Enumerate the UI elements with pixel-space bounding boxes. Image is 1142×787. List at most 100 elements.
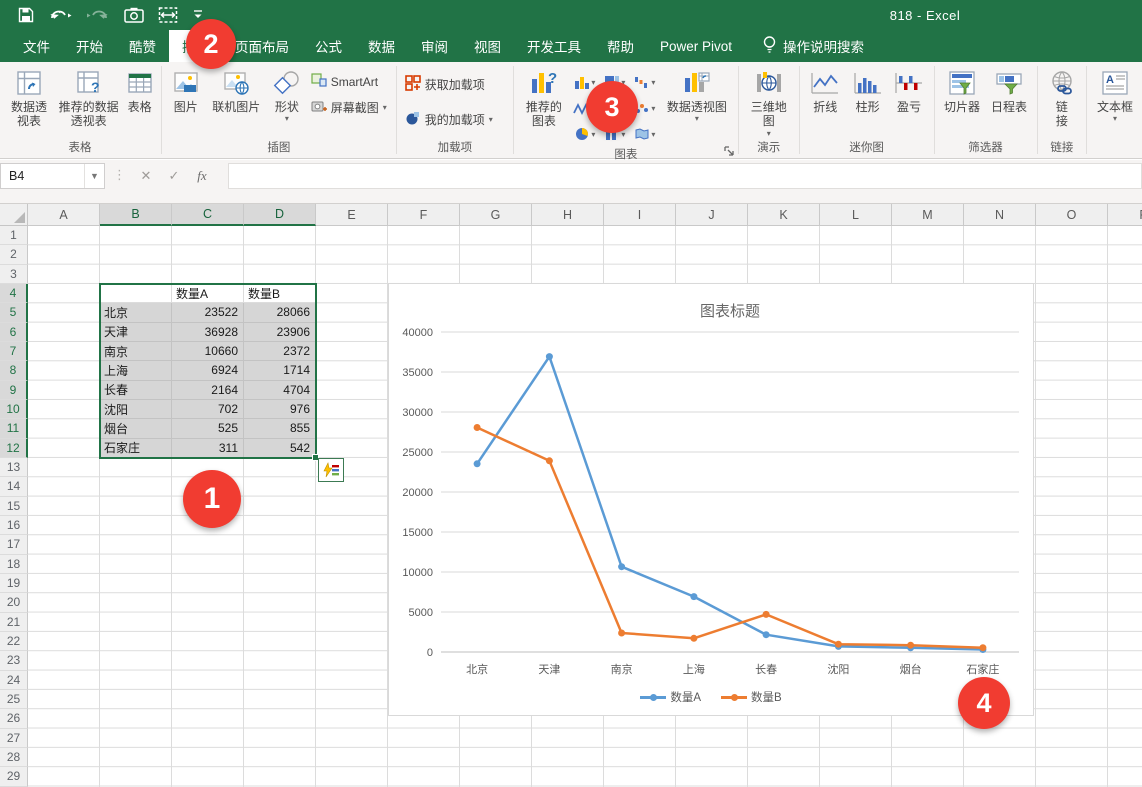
- table-cell-valueA[interactable]: 702: [172, 400, 244, 419]
- table-cell-valueB[interactable]: 4704: [244, 381, 316, 400]
- save-icon[interactable]: [18, 5, 34, 25]
- switch-windows-icon[interactable]: [158, 5, 178, 25]
- row-header-14[interactable]: 14: [0, 477, 28, 496]
- camera-icon[interactable]: [124, 5, 144, 25]
- row-header-6[interactable]: 6: [0, 323, 28, 342]
- insert-function-button[interactable]: fx: [188, 168, 216, 184]
- row-header-9[interactable]: 9: [0, 381, 28, 400]
- sparkline-column-button[interactable]: 柱形: [847, 65, 888, 114]
- chart-legend[interactable]: 数量A数量B: [389, 689, 1033, 705]
- row-header-1[interactable]: 1: [0, 226, 28, 245]
- undo-icon[interactable]: [48, 5, 72, 25]
- legend-item-数量A[interactable]: 数量A: [640, 689, 701, 705]
- row-header-15[interactable]: 15: [0, 497, 28, 516]
- tab-视图[interactable]: 视图: [461, 30, 514, 62]
- slicer-button[interactable]: 切片器: [939, 65, 986, 114]
- row-header-26[interactable]: 26: [0, 709, 28, 728]
- column-header-G[interactable]: G: [460, 204, 532, 226]
- smartart-button[interactable]: SmartArt: [307, 71, 392, 92]
- row-header-27[interactable]: 27: [0, 729, 28, 748]
- formula-input[interactable]: [228, 163, 1142, 189]
- table-row-label[interactable]: 南京: [100, 342, 172, 361]
- 3d-map-button[interactable]: 三维地图 ▾: [743, 65, 795, 138]
- table-row-label[interactable]: 上海: [100, 361, 172, 380]
- table-row-label[interactable]: 烟台: [100, 419, 172, 438]
- row-header-18[interactable]: 18: [0, 555, 28, 574]
- column-header-A[interactable]: A: [28, 204, 100, 226]
- row-header-23[interactable]: 23: [0, 651, 28, 670]
- table-button[interactable]: 表格: [122, 65, 157, 114]
- name-box[interactable]: B4 ▼: [0, 163, 105, 189]
- screenshot-button[interactable]: 屏幕截图 ▾: [307, 97, 392, 118]
- row-header-16[interactable]: 16: [0, 516, 28, 535]
- table-row-label[interactable]: 天津: [100, 323, 172, 342]
- tab-开发工具[interactable]: 开发工具: [514, 30, 594, 62]
- recommended-charts-button[interactable]: ? 推荐的图表: [518, 65, 570, 129]
- row-header-29[interactable]: 29: [0, 767, 28, 786]
- table-cell-valueA[interactable]: 23522: [172, 303, 244, 322]
- column-header-E[interactable]: E: [316, 204, 388, 226]
- row-header-22[interactable]: 22: [0, 632, 28, 651]
- table-header-cell[interactable]: 数量A: [172, 284, 244, 303]
- tab-文件[interactable]: 文件: [10, 30, 63, 62]
- column-header-I[interactable]: I: [604, 204, 676, 226]
- tab-公式[interactable]: 公式: [302, 30, 355, 62]
- table-cell-valueA[interactable]: 2164: [172, 381, 244, 400]
- online-pictures-button[interactable]: 联机图片: [206, 65, 267, 114]
- row-header-12[interactable]: 12: [0, 439, 28, 458]
- row-header-8[interactable]: 8: [0, 361, 28, 380]
- textbox-button[interactable]: A 文本框 ▾: [1093, 65, 1137, 123]
- table-cell-valueB[interactable]: 976: [244, 400, 316, 419]
- charts-dialog-launcher-icon[interactable]: [723, 144, 735, 156]
- table-cell-valueB[interactable]: 28066: [244, 303, 316, 322]
- row-header-24[interactable]: 24: [0, 671, 28, 690]
- table-row-label[interactable]: 沈阳: [100, 400, 172, 419]
- column-header-P[interactable]: P: [1108, 204, 1142, 226]
- table-row-label[interactable]: 北京: [100, 303, 172, 322]
- line-chart[interactable]: 0500010000150002000025000300003500040000…: [388, 283, 1034, 716]
- column-header-L[interactable]: L: [820, 204, 892, 226]
- cancel-button[interactable]: ✕: [132, 168, 160, 184]
- name-box-dropdown-icon[interactable]: ▼: [84, 164, 104, 188]
- row-header-4[interactable]: 4: [0, 284, 28, 303]
- table-row-label[interactable]: 长春: [100, 381, 172, 400]
- pivottable-button[interactable]: 数据透视表: [3, 65, 55, 129]
- row-header-5[interactable]: 5: [0, 303, 28, 322]
- table-cell-valueA[interactable]: 6924: [172, 361, 244, 380]
- table-cell-valueB[interactable]: 542: [244, 439, 316, 458]
- row-header-28[interactable]: 28: [0, 748, 28, 767]
- table-cell-valueA[interactable]: 311: [172, 439, 244, 458]
- column-header-M[interactable]: M: [892, 204, 964, 226]
- column-header-D[interactable]: D: [244, 204, 316, 226]
- row-header-11[interactable]: 11: [0, 419, 28, 438]
- row-header-25[interactable]: 25: [0, 690, 28, 709]
- active-cell-B4[interactable]: [100, 284, 172, 303]
- table-header-cell[interactable]: 数量B: [244, 284, 316, 303]
- sparkline-winloss-button[interactable]: 盈亏: [888, 65, 929, 114]
- insert-waterfall-chart-button[interactable]: ▾: [630, 69, 660, 95]
- table-cell-valueA[interactable]: 525: [172, 419, 244, 438]
- tab-数据[interactable]: 数据: [355, 30, 408, 62]
- row-header-21[interactable]: 21: [0, 613, 28, 632]
- row-header-3[interactable]: 3: [0, 265, 28, 284]
- column-header-H[interactable]: H: [532, 204, 604, 226]
- get-addins-button[interactable]: 获取加载项: [401, 73, 509, 96]
- row-header-20[interactable]: 20: [0, 593, 28, 612]
- column-header-N[interactable]: N: [964, 204, 1036, 226]
- row-header-2[interactable]: 2: [0, 245, 28, 264]
- table-cell-valueB[interactable]: 1714: [244, 361, 316, 380]
- tab-审阅[interactable]: 审阅: [408, 30, 461, 62]
- column-header-J[interactable]: J: [676, 204, 748, 226]
- tab-帮助[interactable]: 帮助: [594, 30, 647, 62]
- tab-Power Pivot[interactable]: Power Pivot: [647, 30, 745, 62]
- quick-analysis-button[interactable]: [318, 458, 344, 482]
- insert-map-chart-button[interactable]: ▾: [630, 121, 660, 147]
- tab-开始[interactable]: 开始: [63, 30, 116, 62]
- timeline-button[interactable]: 日程表: [986, 65, 1033, 114]
- row-header-19[interactable]: 19: [0, 574, 28, 593]
- table-cell-valueB[interactable]: 855: [244, 419, 316, 438]
- recommended-pivottables-button[interactable]: ? 推荐的数据透视表: [55, 65, 122, 129]
- shapes-button[interactable]: 形状 ▾: [267, 65, 307, 123]
- sparkline-line-button[interactable]: 折线: [804, 65, 847, 114]
- my-addins-button[interactable]: 我的加载项 ▾: [401, 108, 509, 131]
